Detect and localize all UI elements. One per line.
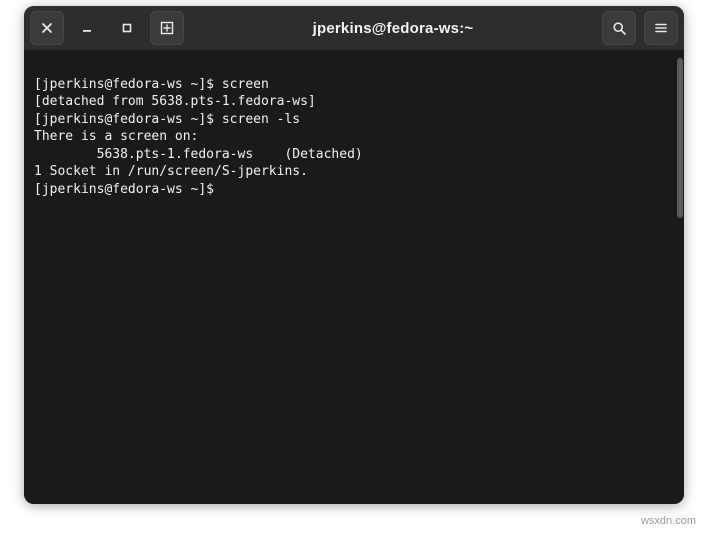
terminal-body[interactable]: [jperkins@fedora-ws ~]$ screen [detached… xyxy=(24,50,684,504)
new-tab-button[interactable] xyxy=(150,11,184,45)
titlebar: jperkins@fedora-ws:~ xyxy=(24,6,684,50)
maximize-button[interactable] xyxy=(110,11,144,45)
terminal-window: jperkins@fedora-ws:~ [jperkins@fedora-ws… xyxy=(24,6,684,504)
close-icon xyxy=(41,22,53,34)
maximize-icon xyxy=(121,22,133,34)
search-icon xyxy=(612,21,627,36)
terminal-line: [jperkins@fedora-ws ~]$ screen -ls xyxy=(34,112,300,127)
minimize-icon xyxy=(81,22,93,34)
search-button[interactable] xyxy=(602,11,636,45)
terminal-line: [jperkins@fedora-ws ~]$ xyxy=(34,182,222,197)
terminal-line: 5638.pts-1.fedora-ws (Detached) xyxy=(34,147,363,162)
menu-button[interactable] xyxy=(644,11,678,45)
terminal-line: 1 Socket in /run/screen/S-jperkins. xyxy=(34,164,308,179)
close-button[interactable] xyxy=(30,11,64,45)
new-tab-icon xyxy=(159,20,175,36)
hamburger-icon xyxy=(654,21,668,35)
terminal-line: [jperkins@fedora-ws ~]$ screen xyxy=(34,77,269,92)
scrollbar-thumb[interactable] xyxy=(677,58,683,218)
terminal-line: [detached from 5638.pts-1.fedora-ws] xyxy=(34,94,316,109)
terminal-line: There is a screen on: xyxy=(34,129,198,144)
minimize-button[interactable] xyxy=(70,11,104,45)
watermark: wsxdn.com xyxy=(641,515,696,527)
window-title: jperkins@fedora-ws:~ xyxy=(190,20,596,37)
